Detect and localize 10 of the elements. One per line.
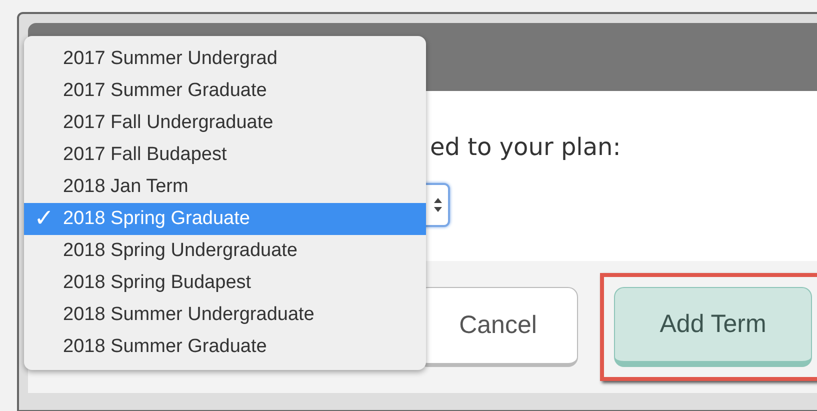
- menu-item[interactable]: 2018 Jan Term: [24, 171, 426, 203]
- add-term-button[interactable]: Add Term: [614, 287, 812, 367]
- menu-item[interactable]: 2017 Summer Graduate: [24, 75, 426, 107]
- menu-item[interactable]: 2018 Spring Undergraduate: [24, 235, 426, 267]
- menu-item[interactable]: 2017 Fall Undergraduate: [24, 107, 426, 139]
- up-down-arrows-icon: [434, 197, 442, 213]
- check-mark: ✓: [34, 205, 54, 232]
- menu-item[interactable]: 2017 Summer Undergrad: [24, 43, 426, 75]
- prompt-text: ed to your plan:: [430, 132, 622, 163]
- menu-item[interactable]: 2017 Fall Budapest: [24, 139, 426, 171]
